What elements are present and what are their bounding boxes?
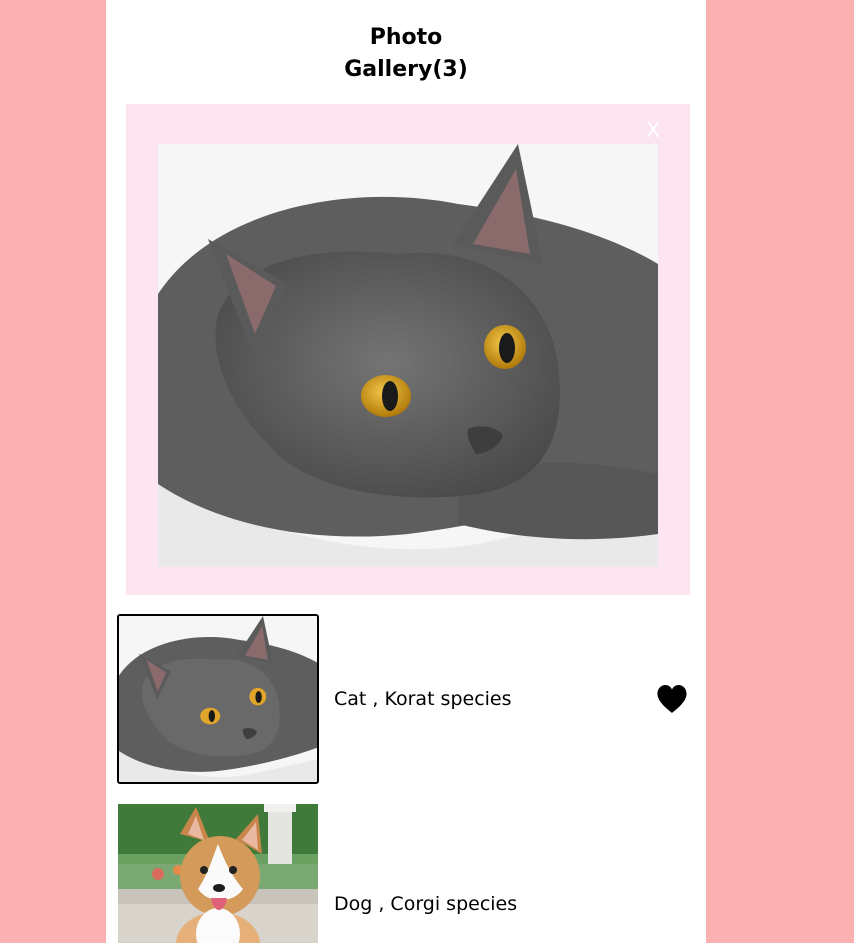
photo-caption: Cat , Korat species: [334, 688, 512, 710]
list-item[interactable]: Dog , Corgi species: [106, 804, 706, 943]
thumbnail-dog[interactable]: [118, 804, 318, 943]
dog-thumbnail-image: [118, 804, 318, 943]
photo-caption: Dog , Corgi species: [334, 893, 518, 915]
page-title: Photo Gallery(3): [106, 22, 706, 86]
selected-photo: [158, 144, 658, 567]
close-button[interactable]: X: [646, 118, 660, 142]
list-item[interactable]: Cat , Korat species: [106, 614, 706, 784]
title-line-1: Photo: [369, 25, 443, 50]
gallery-panel: Photo Gallery(3) X Cat , Korat species D…: [106, 0, 706, 943]
heart-icon[interactable]: [656, 684, 688, 714]
title-line-2: Gallery(3): [344, 57, 468, 82]
thumbnail-cat[interactable]: [117, 614, 319, 784]
photo-viewer: X: [126, 104, 690, 595]
cat-thumbnail-image: [119, 616, 317, 782]
cat-photo-image: [158, 144, 658, 567]
